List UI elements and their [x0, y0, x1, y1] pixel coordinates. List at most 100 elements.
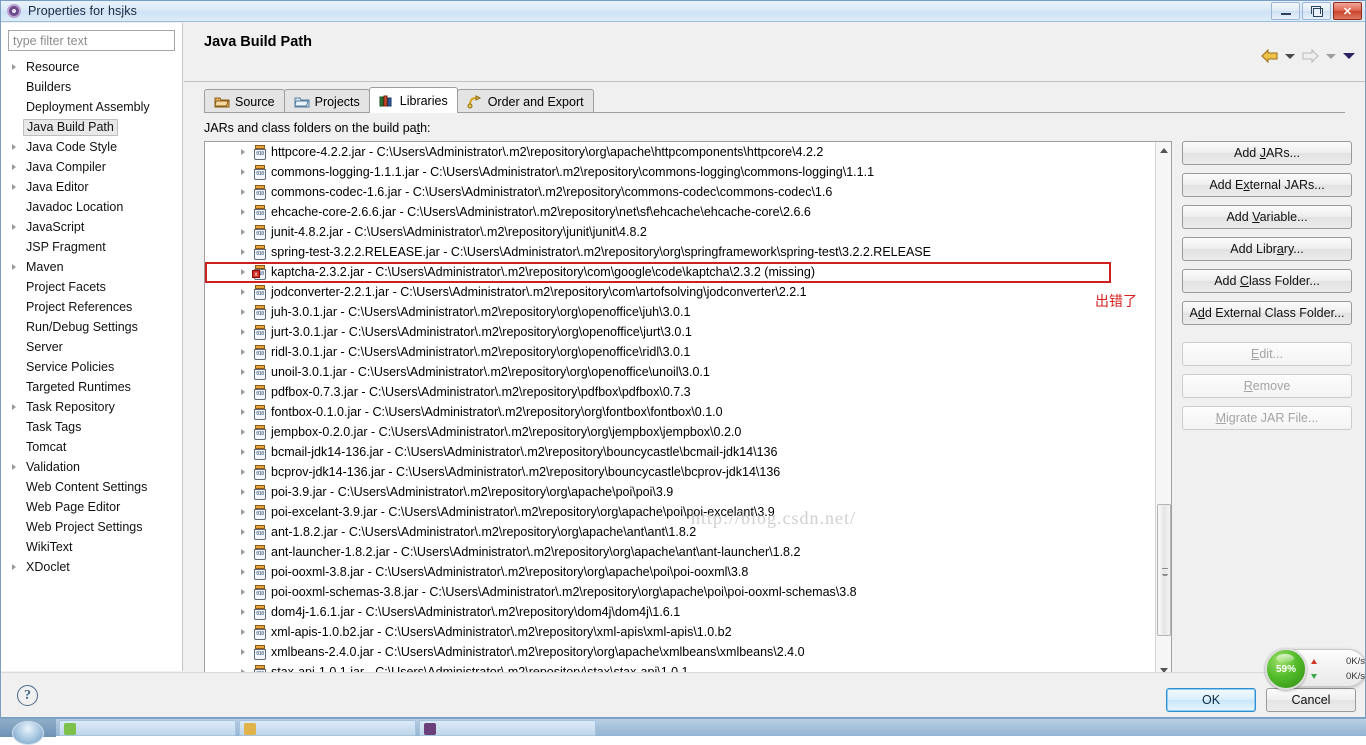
- jar-list-item[interactable]: unoil-3.0.1.jar - C:\Users\Administrator…: [205, 362, 1156, 382]
- expand-chevron-right-icon[interactable]: [241, 409, 245, 415]
- filter-input[interactable]: [8, 30, 175, 51]
- jar-list-item[interactable]: ehcache-core-2.6.6.jar - C:\Users\Admini…: [205, 202, 1156, 222]
- expand-chevron-right-icon[interactable]: [241, 649, 245, 655]
- scrollbar-thumb[interactable]: [1157, 504, 1171, 636]
- add-class-folder-button[interactable]: Add Class Folder...: [1182, 269, 1352, 293]
- expand-chevron-right-icon[interactable]: [241, 569, 245, 575]
- sidebar-item-web-project-settings[interactable]: Web Project Settings: [1, 517, 182, 537]
- sidebar-item-jsp-fragment[interactable]: JSP Fragment: [1, 237, 182, 257]
- expand-chevron-right-icon[interactable]: [241, 349, 245, 355]
- expand-chevron-right-icon[interactable]: [12, 264, 25, 270]
- expand-chevron-right-icon[interactable]: [241, 249, 245, 255]
- sidebar-item-wikitext[interactable]: WikiText: [1, 537, 182, 557]
- jar-list-item[interactable]: xml-apis-1.0.b2.jar - C:\Users\Administr…: [205, 622, 1156, 642]
- jar-list-item[interactable]: spring-test-3.2.2.RELEASE.jar - C:\Users…: [205, 242, 1156, 262]
- jar-list-scrollbar[interactable]: [1155, 142, 1171, 678]
- expand-chevron-right-icon[interactable]: [241, 449, 245, 455]
- back-history-chevron-down-icon[interactable]: [1285, 53, 1295, 59]
- sidebar-item-java-code-style[interactable]: Java Code Style: [1, 137, 182, 157]
- sidebar-item-project-references[interactable]: Project References: [1, 297, 182, 317]
- jar-list-box[interactable]: httpcore-4.2.2.jar - C:\Users\Administra…: [204, 141, 1172, 679]
- expand-chevron-right-icon[interactable]: [12, 404, 25, 410]
- tab-source[interactable]: Source: [204, 89, 285, 113]
- sidebar-item-java-editor[interactable]: Java Editor: [1, 177, 182, 197]
- scroll-up-icon[interactable]: [1156, 142, 1171, 158]
- sidebar-item-java-compiler[interactable]: Java Compiler: [1, 157, 182, 177]
- expand-chevron-right-icon[interactable]: [241, 609, 245, 615]
- expand-chevron-right-icon[interactable]: [241, 209, 245, 215]
- minimize-button[interactable]: [1271, 2, 1300, 20]
- sidebar-item-task-repository[interactable]: Task Repository: [1, 397, 182, 417]
- expand-chevron-right-icon[interactable]: [241, 629, 245, 635]
- tab-projects[interactable]: Projects: [283, 89, 370, 113]
- jar-list-item[interactable]: jodconverter-2.2.1.jar - C:\Users\Admini…: [205, 282, 1156, 302]
- sidebar-item-web-page-editor[interactable]: Web Page Editor: [1, 497, 182, 517]
- jar-list-item[interactable]: commons-codec-1.6.jar - C:\Users\Adminis…: [205, 182, 1156, 202]
- cancel-button[interactable]: Cancel: [1266, 688, 1356, 712]
- jar-list-item[interactable]: poi-excelant-3.9.jar - C:\Users\Administ…: [205, 502, 1156, 522]
- maximize-restore-button[interactable]: [1302, 2, 1331, 20]
- jar-list-item[interactable]: poi-ooxml-3.8.jar - C:\Users\Administrat…: [205, 562, 1156, 582]
- ok-button[interactable]: OK: [1166, 688, 1256, 712]
- sidebar-item-deployment-assembly[interactable]: Deployment Assembly: [1, 97, 182, 117]
- expand-chevron-right-icon[interactable]: [241, 529, 245, 535]
- expand-chevron-right-icon[interactable]: [241, 269, 245, 275]
- sidebar-item-task-tags[interactable]: Task Tags: [1, 417, 182, 437]
- expand-chevron-right-icon[interactable]: [241, 329, 245, 335]
- expand-chevron-right-icon[interactable]: [241, 469, 245, 475]
- jar-list-item[interactable]: fontbox-0.1.0.jar - C:\Users\Administrat…: [205, 402, 1156, 422]
- jar-list-item[interactable]: dom4j-1.6.1.jar - C:\Users\Administrator…: [205, 602, 1156, 622]
- expand-chevron-right-icon[interactable]: [241, 369, 245, 375]
- sidebar-item-java-build-path[interactable]: Java Build Path: [1, 117, 182, 137]
- add-library-button[interactable]: Add Library...: [1182, 237, 1352, 261]
- sidebar-item-validation[interactable]: Validation: [1, 457, 182, 477]
- jar-list-item[interactable]: xmlbeans-2.4.0.jar - C:\Users\Administra…: [205, 642, 1156, 662]
- start-button[interactable]: [0, 718, 56, 745]
- jar-list-item[interactable]: bcmail-jdk14-136.jar - C:\Users\Administ…: [205, 442, 1156, 462]
- expand-chevron-right-icon[interactable]: [12, 224, 25, 230]
- expand-chevron-right-icon[interactable]: [241, 289, 245, 295]
- sidebar-item-run-debug-settings[interactable]: Run/Debug Settings: [1, 317, 182, 337]
- expand-chevron-right-icon[interactable]: [12, 564, 25, 570]
- sidebar-item-web-content-settings[interactable]: Web Content Settings: [1, 477, 182, 497]
- tab-order-and-export[interactable]: Order and Export: [456, 89, 594, 113]
- add-variable-button[interactable]: Add Variable...: [1182, 205, 1352, 229]
- sidebar-item-tomcat[interactable]: Tomcat: [1, 437, 182, 457]
- add-external-class-folder-button[interactable]: Add External Class Folder...: [1182, 301, 1352, 325]
- jar-list-item[interactable]: httpcore-4.2.2.jar - C:\Users\Administra…: [205, 142, 1156, 162]
- expand-chevron-right-icon[interactable]: [241, 429, 245, 435]
- expand-chevron-right-icon[interactable]: [241, 489, 245, 495]
- expand-chevron-right-icon[interactable]: [12, 184, 25, 190]
- back-arrow-icon[interactable]: [1261, 49, 1278, 63]
- taskbar-item[interactable]: [419, 719, 596, 736]
- expand-chevron-right-icon[interactable]: [241, 189, 245, 195]
- jar-list-item[interactable]: jempbox-0.2.0.jar - C:\Users\Administrat…: [205, 422, 1156, 442]
- sidebar-item-javascript[interactable]: JavaScript: [1, 217, 182, 237]
- jar-list-item[interactable]: ant-launcher-1.8.2.jar - C:\Users\Admini…: [205, 542, 1156, 562]
- sidebar-item-service-policies[interactable]: Service Policies: [1, 357, 182, 377]
- expand-chevron-right-icon[interactable]: [241, 509, 245, 515]
- expand-chevron-right-icon[interactable]: [12, 164, 25, 170]
- expand-chevron-right-icon[interactable]: [241, 169, 245, 175]
- expand-chevron-right-icon[interactable]: [241, 229, 245, 235]
- jar-list-item[interactable]: bcprov-jdk14-136.jar - C:\Users\Administ…: [205, 462, 1156, 482]
- sidebar-item-resource[interactable]: Resource: [1, 57, 182, 77]
- expand-chevron-right-icon[interactable]: [12, 64, 25, 70]
- jar-list-item[interactable]: poi-ooxml-schemas-3.8.jar - C:\Users\Adm…: [205, 582, 1156, 602]
- add-external-jars-button[interactable]: Add External JARs...: [1182, 173, 1352, 197]
- sidebar-item-targeted-runtimes[interactable]: Targeted Runtimes: [1, 377, 182, 397]
- jar-list-item[interactable]: pdfbox-0.7.3.jar - C:\Users\Administrato…: [205, 382, 1156, 402]
- taskbar-item[interactable]: [239, 719, 416, 736]
- expand-chevron-right-icon[interactable]: [241, 589, 245, 595]
- sidebar-item-project-facets[interactable]: Project Facets: [1, 277, 182, 297]
- jar-list-item[interactable]: poi-3.9.jar - C:\Users\Administrator\.m2…: [205, 482, 1156, 502]
- jar-list-item[interactable]: ant-1.8.2.jar - C:\Users\Administrator\.…: [205, 522, 1156, 542]
- network-speed-widget[interactable]: 59% 0K/s 0K/s: [1265, 648, 1365, 690]
- expand-chevron-right-icon[interactable]: [241, 389, 245, 395]
- tab-libraries[interactable]: Libraries: [368, 87, 458, 113]
- jar-list-item[interactable]: commons-logging-1.1.1.jar - C:\Users\Adm…: [205, 162, 1156, 182]
- sidebar-item-javadoc-location[interactable]: Javadoc Location: [1, 197, 182, 217]
- page-menu-chevron-down-icon[interactable]: [1343, 53, 1355, 59]
- expand-chevron-right-icon[interactable]: [12, 464, 25, 470]
- jar-list-item[interactable]: ridl-3.0.1.jar - C:\Users\Administrator\…: [205, 342, 1156, 362]
